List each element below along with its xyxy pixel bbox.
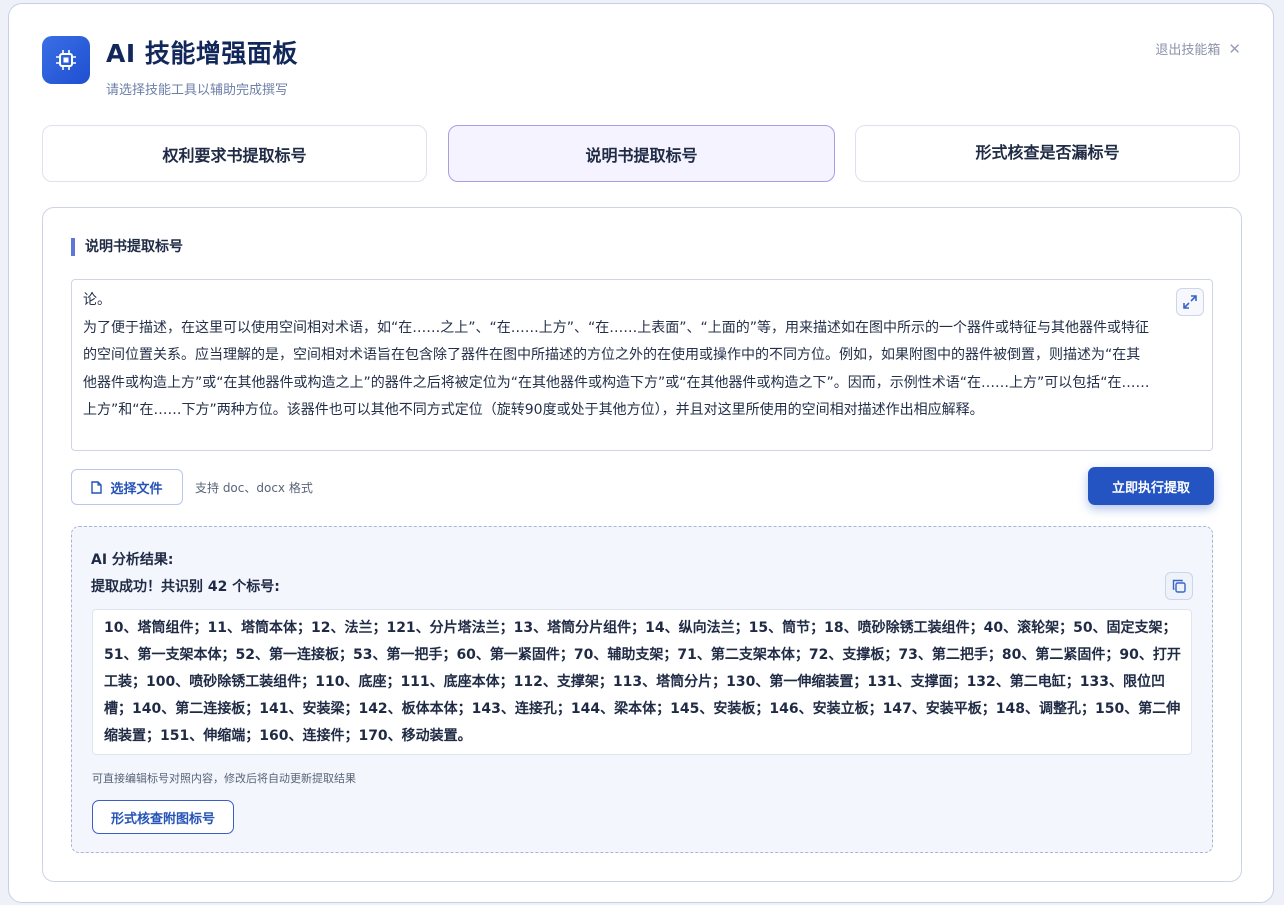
expand-button[interactable] [1176, 288, 1204, 316]
file-icon [91, 480, 103, 494]
tab-label: 说明书提取标号 [585, 145, 698, 165]
chip-icon [42, 36, 90, 84]
copy-button[interactable] [1165, 572, 1193, 600]
tab-label: 权利要求书提取标号 [162, 145, 307, 165]
tab-label: 形式核查是否漏标号 [975, 143, 1120, 162]
result-heading: AI 分析结果: [91, 552, 174, 568]
tab-claims-extract[interactable]: 权利要求书提取标号 [42, 125, 427, 182]
choose-file-label: 选择文件 [110, 481, 163, 497]
extract-panel: 说明书提取标号 论。 为了便于描述，在这里可以使用空间相对术语，如“在……之上”… [42, 207, 1242, 882]
expand-icon [1183, 295, 1197, 309]
exit-skill-box-button[interactable]: 退出技能箱 ✕ [1155, 39, 1241, 59]
page-subtitle: 请选择技能工具以辅助完成撰写 [106, 83, 289, 98]
description-text-input[interactable]: 论。 为了便于描述，在这里可以使用空间相对术语，如“在……之上”、“在……上方”… [71, 279, 1213, 451]
close-icon: ✕ [1228, 39, 1241, 58]
check-figure-labels-button[interactable]: 形式核查附图标号 [92, 800, 234, 834]
editor-text: 论。 为了便于描述，在这里可以使用空间相对术语，如“在……之上”、“在……上方”… [83, 292, 1150, 418]
file-format-hint: 支持 doc、docx 格式 [195, 481, 313, 495]
result-note: 可直接编辑标号对照内容，修改后将自动更新提取结果 [92, 772, 356, 785]
section-title: 说明书提取标号 [71, 238, 183, 256]
result-area: AI 分析结果: 提取成功！共识别 42 个标号: 10、塔筒组件；11、塔筒本… [71, 526, 1213, 853]
result-summary: 提取成功！共识别 42 个标号: [91, 579, 280, 595]
tab-format-check[interactable]: 形式核查是否漏标号 [855, 125, 1240, 182]
tab-description-extract[interactable]: 说明书提取标号 [448, 125, 835, 182]
page-title: AI 技能增强面板 [106, 39, 298, 68]
copy-icon [1172, 579, 1186, 593]
skill-panel-window: AI 技能增强面板 请选择技能工具以辅助完成撰写 退出技能箱 ✕ 权利要求书提取… [8, 3, 1274, 903]
result-text-input[interactable]: 10、塔筒组件；11、塔筒本体；12、法兰；121、分片塔法兰；13、塔筒分片组… [92, 609, 1192, 755]
run-extract-button[interactable]: 立即执行提取 [1088, 467, 1214, 505]
choose-file-button[interactable]: 选择文件 [71, 469, 183, 505]
exit-label: 退出技能箱 [1155, 43, 1221, 58]
